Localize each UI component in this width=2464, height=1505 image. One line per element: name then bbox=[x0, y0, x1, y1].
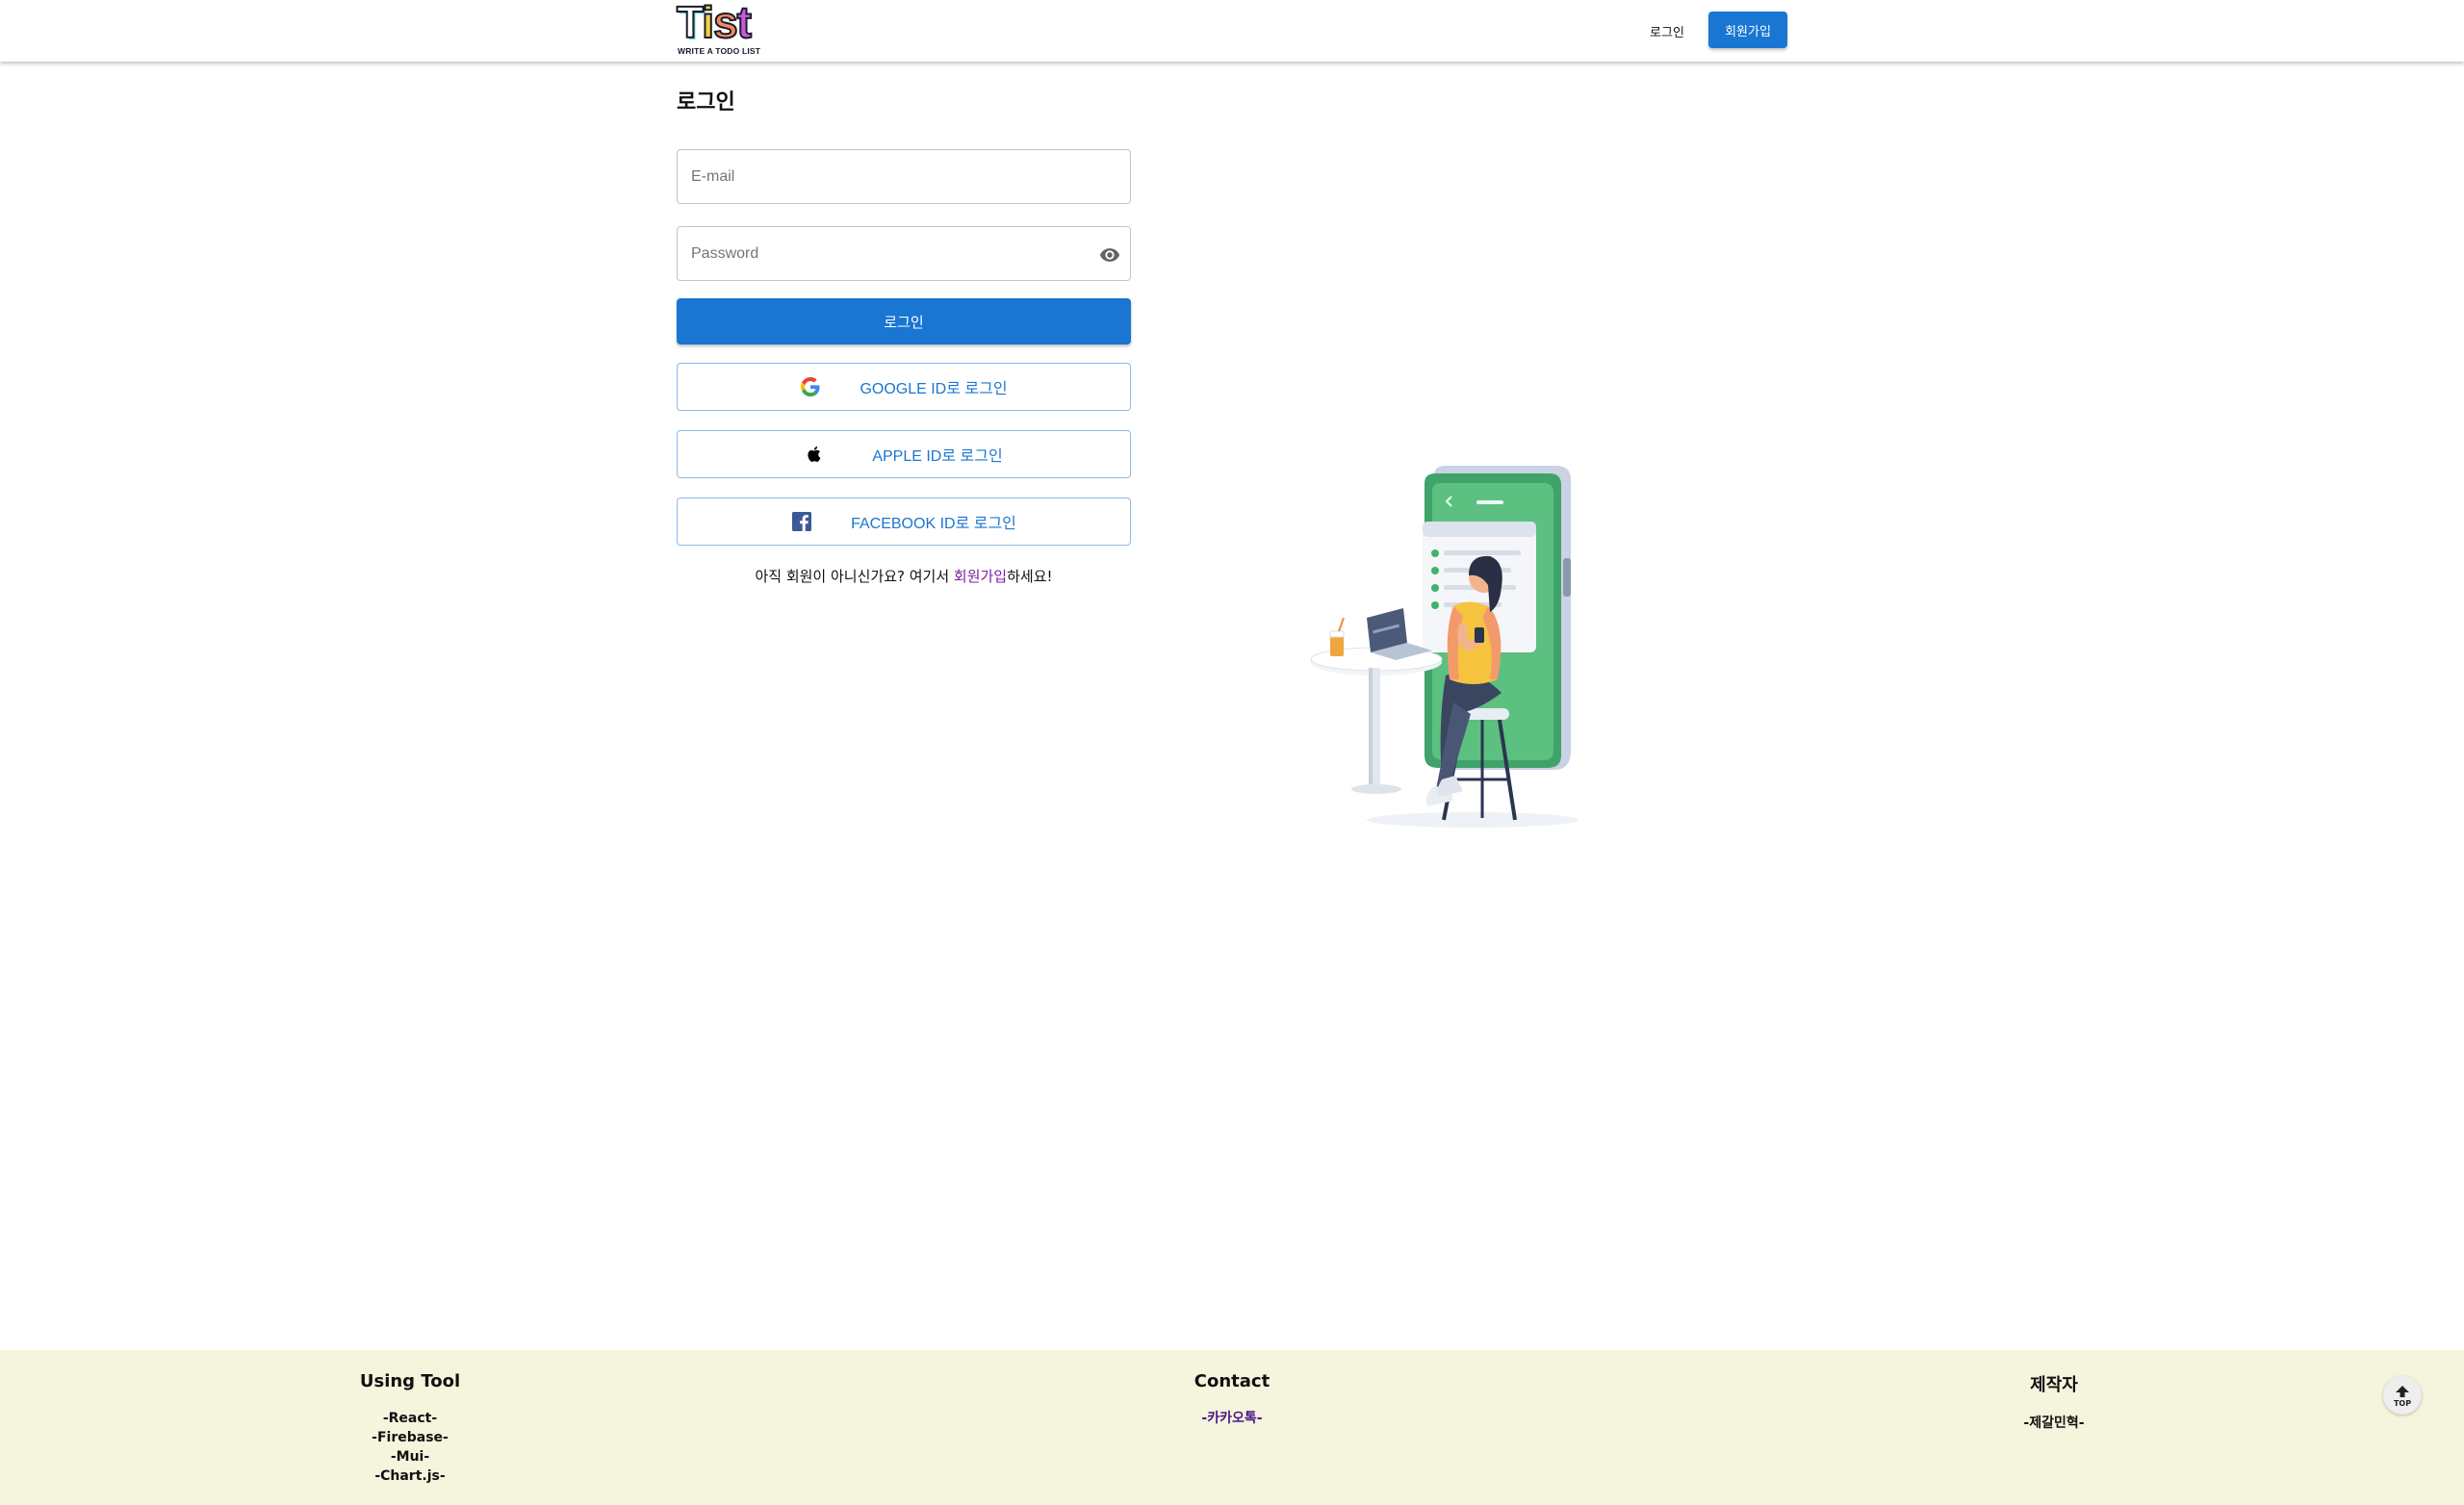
apple-icon bbox=[805, 444, 826, 465]
signup-link[interactable]: 회원가입 bbox=[954, 568, 1007, 585]
footer-contact-column: Contact -카카오톡- bbox=[1088, 1371, 1376, 1428]
footer-tool-item: -React- bbox=[382, 1411, 438, 1426]
email-field[interactable] bbox=[677, 149, 1131, 204]
password-input[interactable] bbox=[678, 227, 1130, 280]
google-login-label: GOOGLE ID로 로그인 bbox=[860, 381, 1008, 397]
email-input[interactable] bbox=[678, 150, 1130, 203]
login-submit-button[interactable]: 로그인 bbox=[677, 298, 1131, 344]
site-footer: Using Tool -React- -Firebase- -Mui- -Cha… bbox=[0, 1350, 2464, 1505]
page-title: 로그인 bbox=[677, 90, 735, 115]
signup-prompt-after: 하세요! bbox=[1007, 568, 1053, 585]
google-icon bbox=[800, 376, 821, 397]
header-login-button[interactable]: 로그인 bbox=[1636, 15, 1698, 46]
apple-login-label: APPLE ID로 로그인 bbox=[872, 448, 1003, 465]
facebook-icon bbox=[791, 511, 812, 532]
scroll-to-top-button[interactable]: TOP bbox=[2383, 1376, 2422, 1415]
app-header: Tist WRITE A TODO LIST 로그인 회원가입 bbox=[0, 0, 2464, 62]
footer-tool-item: -Firebase- bbox=[372, 1430, 449, 1445]
tist-logo[interactable]: Tist WRITE A TODO LIST bbox=[676, 0, 773, 58]
footer-contact-title: Contact bbox=[1194, 1371, 1270, 1391]
footer-tools-column: Using Tool -React- -Firebase- -Mui- -Cha… bbox=[266, 1371, 554, 1486]
footer-maker-column: 제작자 -제갈민혁- bbox=[1910, 1371, 2198, 1433]
footer-tool-item: -Chart.js- bbox=[374, 1468, 446, 1484]
footer-tools-title: Using Tool bbox=[359, 1371, 461, 1391]
google-login-button[interactable]: GOOGLE ID로 로그인 bbox=[677, 363, 1131, 411]
hero-illustration bbox=[1309, 462, 1607, 847]
signup-prompt: 아직 회원이 아니신가요? 여기서 회원가입하세요! bbox=[677, 566, 1131, 586]
top-label: TOP bbox=[2393, 1399, 2412, 1408]
footer-maker-title: 제작자 bbox=[2030, 1375, 2078, 1395]
signup-prompt-before: 아직 회원이 아니신가요? 여기서 bbox=[755, 568, 954, 585]
footer-maker-name: -제갈민혁- bbox=[2023, 1416, 2085, 1431]
kakaotalk-link[interactable]: -카카오톡- bbox=[1088, 1409, 1376, 1428]
logo-word: Tist bbox=[676, 0, 753, 47]
apple-login-button[interactable]: APPLE ID로 로그인 bbox=[677, 430, 1131, 478]
facebook-login-label: FACEBOOK ID로 로그인 bbox=[851, 516, 1016, 532]
password-field[interactable] bbox=[677, 226, 1131, 281]
header-signup-button[interactable]: 회원가입 bbox=[1708, 12, 1787, 48]
footer-tool-item: -Mui- bbox=[390, 1449, 430, 1465]
facebook-login-button[interactable]: FACEBOOK ID로 로그인 bbox=[677, 497, 1131, 546]
show-password-icon[interactable] bbox=[1097, 242, 1122, 268]
logo-tagline: WRITE A TODO LIST bbox=[678, 46, 761, 56]
